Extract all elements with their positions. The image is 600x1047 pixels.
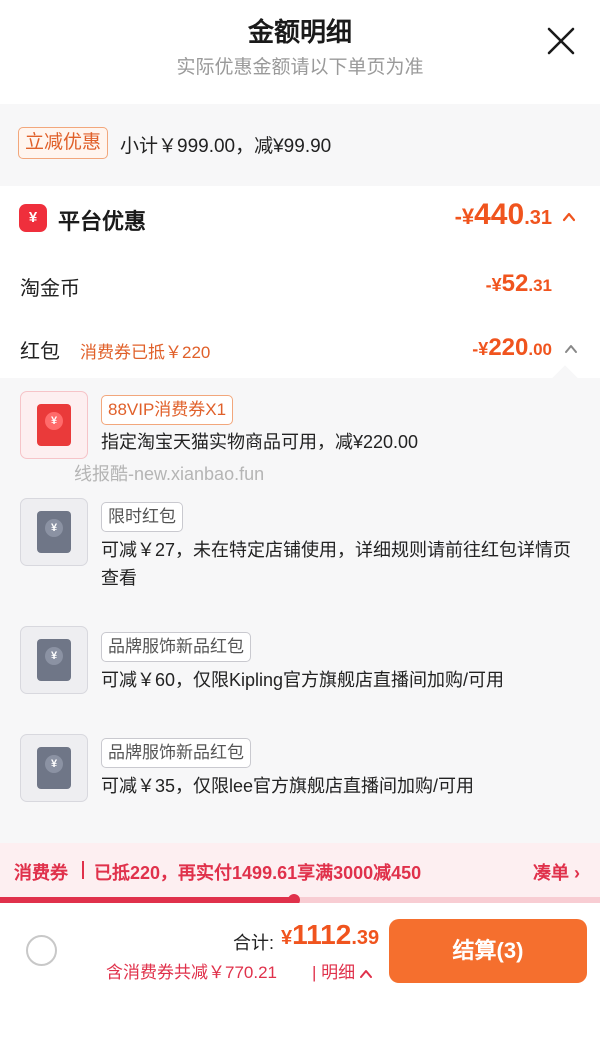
coupon-tag: 限时红包: [101, 502, 183, 532]
coupon-envelope-icon: ¥: [20, 734, 88, 802]
chevron-up-icon[interactable]: [564, 342, 578, 356]
total-label: 合计:: [233, 933, 275, 953]
add-items-link[interactable]: 凑单 ›: [533, 859, 580, 885]
instant-discount-text: 小计￥999.00，减¥99.90: [120, 136, 332, 157]
promo-divider: [82, 861, 84, 879]
modal-title: 金额明细: [247, 17, 352, 47]
coupon-tag: 品牌服饰新品红包: [101, 738, 251, 768]
instant-discount-tag: 立减优惠: [18, 127, 109, 159]
savings-text: 含消费券共减￥770.21: [106, 963, 277, 982]
instant-discount-row: 立减优惠 小计￥999.00，减¥99.90: [0, 104, 600, 186]
promo-bar: 消费券 已抵220，再实付1499.61享满3000减450 凑单 ›: [0, 843, 600, 897]
coupon-envelope-icon: ¥: [20, 626, 88, 694]
close-icon[interactable]: [546, 26, 576, 56]
coupon-envelope-icon: ¥: [20, 498, 88, 566]
hongbao-amount[interactable]: -¥220.00: [472, 334, 552, 362]
total-amount: ¥1112.39: [281, 919, 380, 950]
coupon-desc: 可减￥35，仅限lee官方旗舰店直播间加购/可用: [101, 776, 475, 796]
modal-header: 金额明细 实际优惠金额请以下单页为准: [0, 0, 600, 104]
detail-toggle[interactable]: | 明细: [312, 958, 372, 983]
chevron-up-icon[interactable]: [562, 210, 576, 224]
platform-discount-amount[interactable]: -¥440.31: [455, 198, 552, 232]
coupon-list: ¥ 88VIP消费券X1 指定淘宝天猫实物商品可用，减¥220.00 线报酷-n…: [0, 365, 600, 843]
checkout-button[interactable]: 结算(3): [389, 919, 587, 983]
coupon-tag: 88VIP消费券X1: [101, 395, 234, 425]
taojinbi-label: 淘金币: [20, 278, 80, 300]
modal-subtitle: 实际优惠金额请以下单页为准: [176, 57, 424, 78]
checkout-bar: 合计: ¥1112.39 含消费券共减￥770.21 | 明细 结算(3): [0, 903, 600, 1047]
platform-discount-section: ¥ 平台优惠 -¥440.31 淘金币 -¥52.31 红包 消费券已抵￥220…: [0, 186, 600, 378]
taojinbi-amount: -¥52.31: [485, 270, 552, 297]
coupon-desc: 可减￥60，仅限Kipling官方旗舰店直播间加购/可用: [101, 670, 505, 690]
hongbao-label: 红包: [20, 341, 60, 363]
watermark: 线报酷-new.xianbao.fun: [74, 464, 265, 484]
hongbao-note: 消费券已抵￥220: [80, 343, 211, 362]
coupon-desc: 指定淘宝天猫实物商品可用，减¥220.00: [101, 432, 419, 452]
select-all-radio[interactable]: [26, 935, 57, 966]
coupon-desc: 可减￥27，未在特定店铺使用，详细规则请前往红包详情页查看: [101, 540, 572, 588]
chevron-up-icon: [359, 969, 372, 978]
coupon-envelope-icon: ¥: [20, 391, 88, 459]
platform-coupon-icon: ¥: [19, 204, 47, 232]
platform-discount-title: 平台优惠: [58, 209, 147, 234]
coupon-tag: 品牌服饰新品红包: [101, 632, 251, 662]
promo-label: 消费券: [14, 863, 68, 883]
promo-text: 已抵220，再实付1499.61享满3000减450: [94, 863, 422, 883]
